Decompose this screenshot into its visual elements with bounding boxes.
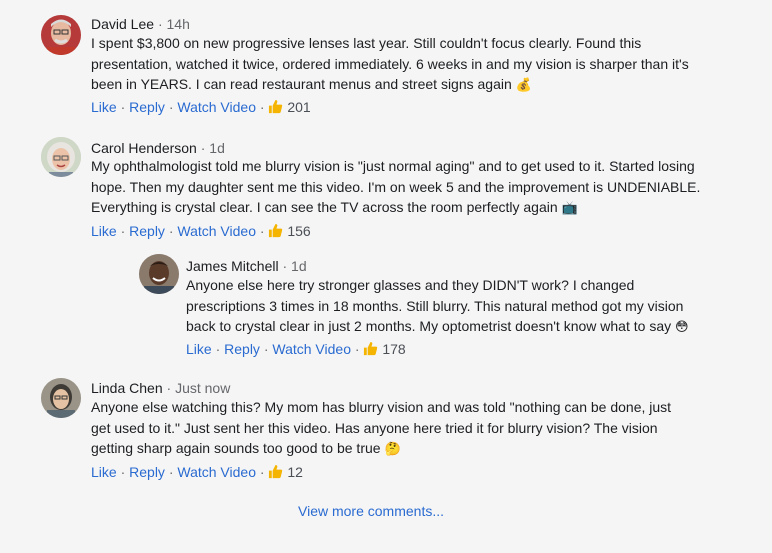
separator: · xyxy=(157,16,163,32)
comment-header: Linda Chen · Just now xyxy=(91,379,230,397)
reply-button[interactable]: Reply xyxy=(129,223,165,239)
avatar[interactable] xyxy=(41,137,81,177)
flushed-face-icon: 😳 xyxy=(675,320,689,335)
separator: · xyxy=(168,99,174,115)
comment-time[interactable]: 1d xyxy=(291,258,307,274)
thumbs-up-icon xyxy=(268,464,283,483)
comment-body: My ophthalmologist told me blurry vision… xyxy=(91,156,701,220)
commenter-name[interactable]: Carol Henderson xyxy=(91,140,197,156)
television-icon: 📺 xyxy=(561,201,578,216)
comment-text: Anyone else here try stronger glasses an… xyxy=(186,277,684,334)
watch-video-link[interactable]: Watch Video xyxy=(177,99,256,115)
comment-body: Anyone else watching this? My mom has bl… xyxy=(91,397,691,461)
like-button[interactable]: Like xyxy=(186,341,212,357)
thumbs-up-icon xyxy=(363,341,378,360)
separator: · xyxy=(168,223,174,239)
separator: · xyxy=(259,464,265,480)
like-button[interactable]: Like xyxy=(91,223,117,239)
like-count: 201 xyxy=(287,99,311,115)
thumbs-up-icon xyxy=(268,99,283,118)
avatar[interactable] xyxy=(41,15,81,55)
avatar[interactable] xyxy=(41,378,81,418)
comment-actions: Like · Reply · Watch Video · 156 xyxy=(91,222,311,242)
comment-text: Anyone else watching this? My mom has bl… xyxy=(91,399,672,456)
watch-video-link[interactable]: Watch Video xyxy=(272,341,351,357)
commenter-name[interactable]: David Lee xyxy=(91,16,154,32)
like-count: 12 xyxy=(287,464,303,480)
like-button[interactable]: Like xyxy=(91,99,117,115)
comment-body: Anyone else here try stronger glasses an… xyxy=(186,275,696,339)
separator: · xyxy=(263,341,269,357)
view-more-comments-link[interactable]: View more comments... xyxy=(298,503,444,519)
separator: · xyxy=(259,99,265,115)
separator: · xyxy=(120,223,126,239)
comment-text: I spent $3,800 on new progressive lenses… xyxy=(91,35,689,92)
comment-header: James Mitchell · 1d xyxy=(186,257,307,275)
avatar[interactable] xyxy=(139,254,179,294)
comment-actions: Like · Reply · Watch Video · 201 xyxy=(91,98,311,118)
reply-button[interactable]: Reply xyxy=(224,341,260,357)
commenter-name[interactable]: Linda Chen xyxy=(91,380,163,396)
thinking-face-icon: 🤔 xyxy=(384,442,401,457)
thumbs-up-icon xyxy=(268,223,283,242)
separator: · xyxy=(259,223,265,239)
comment-actions: Like · Reply · Watch Video · 178 xyxy=(186,340,406,360)
separator: · xyxy=(120,464,126,480)
watch-video-link[interactable]: Watch Video xyxy=(177,464,256,480)
reply-button[interactable]: Reply xyxy=(129,464,165,480)
comment-time[interactable]: Just now xyxy=(175,380,230,396)
comment-header: Carol Henderson · 1d xyxy=(91,139,225,157)
money-bag-icon: 💰 xyxy=(515,78,532,93)
separator: · xyxy=(282,258,288,274)
comment-text: My ophthalmologist told me blurry vision… xyxy=(91,158,701,215)
like-count: 156 xyxy=(287,223,311,239)
like-count: 178 xyxy=(382,341,406,357)
separator: · xyxy=(200,140,206,156)
comment-body: I spent $3,800 on new progressive lenses… xyxy=(91,33,691,97)
comment-header: David Lee · 14h xyxy=(91,15,190,33)
separator: · xyxy=(215,341,221,357)
separator: · xyxy=(166,380,172,396)
comment-actions: Like · Reply · Watch Video · 12 xyxy=(91,463,303,483)
watch-video-link[interactable]: Watch Video xyxy=(177,223,256,239)
comment-time[interactable]: 1d xyxy=(209,140,225,156)
separator: · xyxy=(168,464,174,480)
commenter-name[interactable]: James Mitchell xyxy=(186,258,279,274)
like-button[interactable]: Like xyxy=(91,464,117,480)
comment-time[interactable]: 14h xyxy=(167,16,190,32)
separator: · xyxy=(120,99,126,115)
separator: · xyxy=(354,341,360,357)
reply-button[interactable]: Reply xyxy=(129,99,165,115)
